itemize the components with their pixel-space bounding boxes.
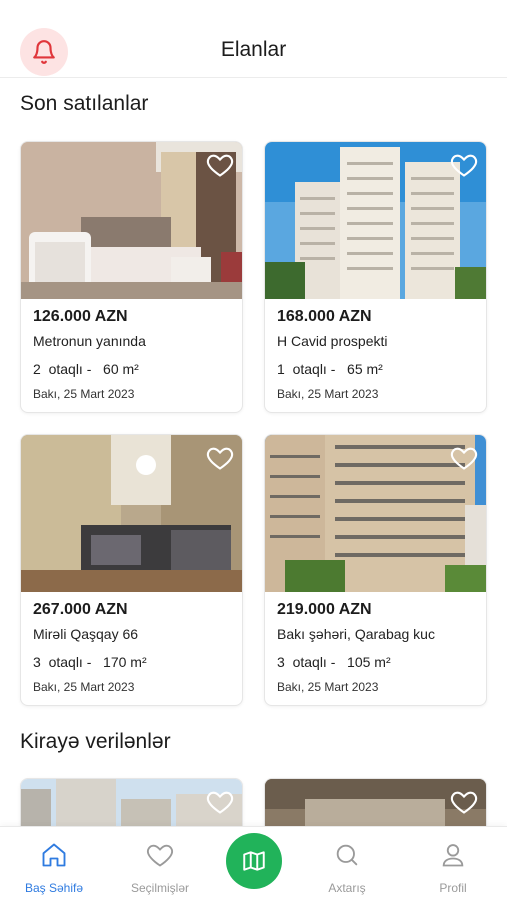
listing-rooms: 1 otaqlı - 65 m² <box>277 361 383 377</box>
favorite-icon[interactable] <box>206 789 234 815</box>
map-button[interactable] <box>226 833 282 889</box>
listing-date: Bakı, 25 Mart 2023 <box>277 387 379 401</box>
nav-label-favorites: Seçilmişlər <box>130 881 189 895</box>
user-icon <box>442 844 464 867</box>
nav-label-search: Axtarış <box>328 881 366 895</box>
favorite-icon[interactable] <box>206 152 234 178</box>
listing-price: 219.000 AZN <box>277 601 372 618</box>
listing-rooms: 3 otaqlı - 170 m² <box>33 654 147 670</box>
app-header: Elanlar <box>0 0 507 78</box>
favorite-icon[interactable] <box>450 445 478 471</box>
listing-address: Mirəli Qaşqay 66 <box>33 626 139 642</box>
listing-date: Bakı, 25 Mart 2023 <box>33 387 135 401</box>
section-title-rent: Kirayə verilənlər <box>20 730 171 753</box>
listing-date: Bakı, 25 Mart 2023 <box>277 680 379 694</box>
listing-card[interactable]: 126.000 AZN Metronun yanında 2 otaqlı - … <box>20 141 243 413</box>
listing-photo <box>265 142 486 299</box>
listing-photo <box>21 142 242 299</box>
listing-address: H Cavid prospekti <box>277 333 388 349</box>
heart-icon <box>147 844 173 867</box>
favorite-icon[interactable] <box>206 445 234 471</box>
listing-rooms: 2 otaqlı - 60 m² <box>33 361 139 377</box>
map-icon <box>243 851 265 871</box>
search-icon <box>336 844 358 866</box>
nav-item-search[interactable]: Axtarış <box>302 827 392 900</box>
nav-item-home[interactable]: Baş Səhifə <box>9 827 99 900</box>
listing-price: 267.000 AZN <box>33 601 128 618</box>
listing-photo <box>265 435 486 592</box>
listing-address: Metronun yanında <box>33 333 146 349</box>
listing-photo <box>21 435 242 592</box>
listing-card[interactable]: 267.000 AZN Mirəli Qaşqay 66 3 otaqlı - … <box>20 434 243 706</box>
bottom-navigation: Baş Səhifə Seçilmişlər Axtarış Profil <box>0 826 507 900</box>
home-icon <box>42 843 66 867</box>
section-title-sold: Son satılanlar <box>20 92 149 115</box>
listing-rooms: 3 otaqlı - 105 m² <box>277 654 391 670</box>
page-title: Elanlar <box>220 38 287 61</box>
listing-price: 126.000 AZN <box>33 308 128 325</box>
listing-price: 168.000 AZN <box>277 308 372 325</box>
favorite-icon[interactable] <box>450 789 478 815</box>
nav-label-profile: Profil <box>439 881 467 895</box>
listing-date: Bakı, 25 Mart 2023 <box>33 680 135 694</box>
nav-item-favorites[interactable]: Seçilmişlər <box>115 827 205 900</box>
listing-address: Bakı şəhəri, Qarabag kuc <box>277 626 435 642</box>
listing-card[interactable]: 219.000 AZN Bakı şəhəri, Qarabag kuc 3 o… <box>264 434 487 706</box>
nav-label-home: Baş Səhifə <box>24 881 84 895</box>
nav-item-profile[interactable]: Profil <box>408 827 498 900</box>
listing-card[interactable]: 168.000 AZN H Cavid prospekti 1 otaqlı -… <box>264 141 487 413</box>
favorite-icon[interactable] <box>450 152 478 178</box>
